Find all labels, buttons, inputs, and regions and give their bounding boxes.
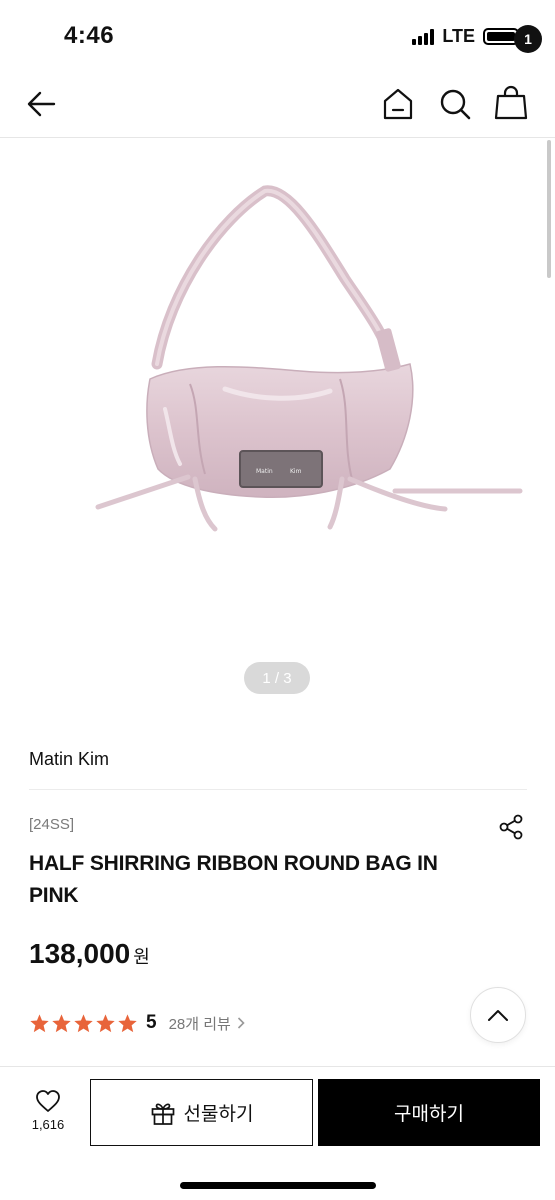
buy-button[interactable]: 구매하기 bbox=[318, 1079, 540, 1146]
like-button[interactable]: 1,616 bbox=[10, 1089, 86, 1132]
scroll-to-top-button[interactable] bbox=[470, 987, 526, 1043]
image-pager: 1 / 3 bbox=[244, 662, 310, 694]
star-icon bbox=[118, 1013, 137, 1032]
season-tag: [24SS] bbox=[29, 816, 75, 833]
product-title: HALF SHIRRING RIBBON ROUND BAG IN PINK bbox=[29, 852, 438, 907]
heart-icon bbox=[36, 1090, 60, 1112]
plate-text-left: Matin bbox=[256, 468, 273, 475]
product-image[interactable]: Matin Kim bbox=[0, 139, 555, 719]
bottom-action-bar: 1,616 선물하기 구매하기 bbox=[0, 1066, 555, 1200]
chevron-right-icon bbox=[237, 1017, 245, 1029]
like-count: 1,616 bbox=[31, 1117, 65, 1132]
star-icon bbox=[96, 1013, 115, 1032]
status-bar: 4:46 LTE bbox=[0, 0, 555, 72]
scroll-indicator bbox=[547, 140, 551, 278]
network-label: LTE bbox=[442, 26, 475, 46]
gift-button[interactable]: 선물하기 bbox=[90, 1079, 313, 1146]
plate-text-right: Kim bbox=[290, 468, 302, 475]
rating-score: 5 bbox=[146, 1012, 157, 1033]
back-arrow-icon[interactable] bbox=[24, 86, 60, 122]
top-nav bbox=[0, 72, 555, 138]
star-icon bbox=[30, 1013, 49, 1032]
price-currency: 원 bbox=[133, 947, 150, 967]
signal-icon bbox=[412, 28, 435, 45]
rating-stars bbox=[29, 1013, 138, 1034]
rating-row[interactable]: 5 28개 리뷰 bbox=[29, 1012, 245, 1034]
divider bbox=[29, 789, 527, 790]
review-count: 28개 리뷰 bbox=[168, 1015, 231, 1033]
gift-icon bbox=[151, 1102, 174, 1125]
search-icon[interactable] bbox=[437, 86, 473, 122]
status-indicators: LTE bbox=[412, 26, 522, 47]
price-value: 138,000 bbox=[29, 938, 131, 969]
home-icon[interactable] bbox=[380, 86, 416, 122]
cart-count-badge: 1 bbox=[514, 25, 542, 53]
brand-name[interactable]: Matin Kim bbox=[29, 749, 109, 770]
shopping-bag-icon[interactable] bbox=[494, 84, 530, 122]
chevron-up-icon bbox=[488, 1010, 508, 1021]
home-indicator bbox=[180, 1182, 376, 1189]
share-icon[interactable] bbox=[497, 813, 525, 841]
star-icon bbox=[74, 1013, 93, 1032]
product-price: 138,000 원 bbox=[29, 938, 150, 970]
star-icon bbox=[52, 1013, 71, 1032]
review-link[interactable]: 28개 리뷰 bbox=[169, 1013, 245, 1034]
status-time: 4:46 bbox=[64, 22, 115, 49]
gift-label: 선물하기 bbox=[183, 1104, 254, 1125]
